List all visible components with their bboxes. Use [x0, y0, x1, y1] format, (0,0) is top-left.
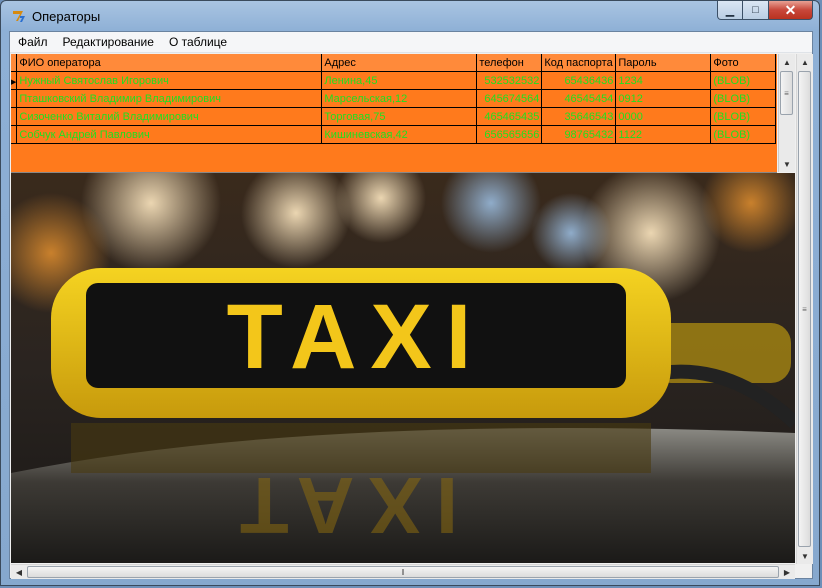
maximize-button[interactable]: □	[743, 1, 769, 20]
cell-address[interactable]: Марсельская,12	[321, 89, 478, 108]
cell-phone[interactable]: 532532532	[476, 71, 543, 90]
scroll-down-arrow-icon[interactable]: ▼	[779, 156, 795, 172]
minimize-icon: ▁	[725, 4, 735, 17]
menu-about-table[interactable]: О таблице	[161, 35, 234, 49]
cell-phone[interactable]: 645674564	[476, 89, 543, 108]
cell-passport[interactable]: 35646543	[541, 107, 617, 126]
window-title: Операторы	[32, 9, 101, 24]
menu-bar: Файл Редактирование О таблице	[10, 32, 812, 53]
cell-name[interactable]: Пташковский Владимир Владимирович	[16, 89, 323, 108]
column-header-address[interactable]: Адрес	[321, 54, 478, 72]
cell-passport[interactable]: 46545454	[541, 89, 617, 108]
cell-passport[interactable]: 65436436	[541, 71, 617, 90]
column-header-name[interactable]: ФИО оператора	[16, 54, 323, 72]
cell-address[interactable]: Торговая,75	[321, 107, 478, 126]
title-bar[interactable]: Операторы ▁ □ ✕	[1, 1, 819, 31]
cell-password[interactable]: 1234	[615, 71, 712, 90]
cell-passport[interactable]: 98765432	[541, 125, 617, 144]
scroll-down-arrow-icon[interactable]: ▼	[797, 548, 813, 564]
cell-photo[interactable]: (BLOB)	[710, 107, 777, 126]
scroll-up-arrow-icon[interactable]: ▲	[797, 54, 813, 70]
form-scroll-thumb[interactable]: ≡	[798, 71, 811, 547]
app-window: Операторы ▁ □ ✕ Файл Редактирование О та…	[0, 0, 820, 586]
table-row[interactable]: Пташковский Владимир Владимирович Марсел…	[11, 89, 777, 108]
taxi-reflection-text: TAXI	[240, 461, 472, 550]
close-button[interactable]: ✕	[769, 1, 813, 20]
cell-phone[interactable]: 465465435	[476, 107, 543, 126]
menu-edit[interactable]: Редактирование	[55, 35, 161, 49]
operator-photo: TAXI TAXI	[11, 173, 795, 563]
cell-address[interactable]: Ленина,45	[321, 71, 478, 90]
cell-photo[interactable]: (BLOB)	[710, 125, 777, 144]
app-icon	[13, 11, 25, 22]
scroll-right-arrow-icon[interactable]: ▶	[779, 564, 795, 580]
maximize-icon: □	[752, 4, 759, 16]
cell-name[interactable]: Сизоченко Виталий Владимирович	[16, 107, 323, 126]
scroll-up-arrow-icon[interactable]: ▲	[779, 54, 795, 70]
column-header-passport[interactable]: Код паспорта	[541, 54, 617, 72]
scroll-left-arrow-icon[interactable]: ◀	[11, 564, 27, 580]
current-row-arrow-icon: ▶	[11, 78, 17, 86]
operators-grid[interactable]: ФИО оператора Адрес телефон Код паспорта…	[11, 54, 777, 173]
column-header-phone[interactable]: телефон	[476, 54, 543, 72]
column-header-photo[interactable]: Фото	[710, 54, 777, 72]
grid-scroll-thumb[interactable]: ≡	[780, 71, 793, 115]
column-header-password[interactable]: Пароль	[615, 54, 712, 72]
horizontal-scroll-thumb[interactable]: ‖	[27, 566, 779, 578]
cell-address[interactable]: Кишиневская,42	[321, 125, 478, 144]
table-row[interactable]: ▶ Нужный Святослав Игорович Ленина,45 53…	[11, 71, 777, 90]
operators-table: ФИО оператора Адрес телефон Код паспорта…	[11, 54, 777, 144]
form-vertical-scrollbar[interactable]: ▲ ≡ ▼	[796, 54, 813, 564]
cell-password[interactable]: 0000	[615, 107, 712, 126]
client-area: Файл Редактирование О таблице ФИО операт…	[9, 31, 813, 579]
horizontal-scrollbar[interactable]: ◀ ‖ ▶	[11, 564, 795, 579]
table-row[interactable]: Сизоченко Виталий Владимирович Торговая,…	[11, 107, 777, 126]
minimize-button[interactable]: ▁	[717, 1, 743, 20]
cell-name[interactable]: Нужный Святослав Игорович	[16, 71, 323, 90]
cell-photo[interactable]: (BLOB)	[710, 89, 777, 108]
table-row[interactable]: Собчук Андрей Павлович Кишиневская,42 65…	[11, 125, 777, 144]
taxi-photo-image: TAXI TAXI	[11, 173, 795, 563]
grid-vertical-scrollbar[interactable]: ▲ ≡ ▼	[778, 54, 795, 172]
cell-phone[interactable]: 656565656	[476, 125, 543, 144]
menu-file[interactable]: Файл	[10, 35, 55, 49]
close-icon: ✕	[784, 1, 797, 18]
cell-password[interactable]: 0912	[615, 89, 712, 108]
caption-buttons: ▁ □ ✕	[717, 1, 813, 21]
table-header: ФИО оператора Адрес телефон Код паспорта…	[11, 54, 777, 72]
cell-password[interactable]: 1122	[615, 125, 712, 144]
taxi-sign-text: TAXI	[227, 286, 486, 388]
cell-name[interactable]: Собчук Андрей Павлович	[16, 125, 323, 144]
cell-photo[interactable]: (BLOB)	[710, 71, 777, 90]
